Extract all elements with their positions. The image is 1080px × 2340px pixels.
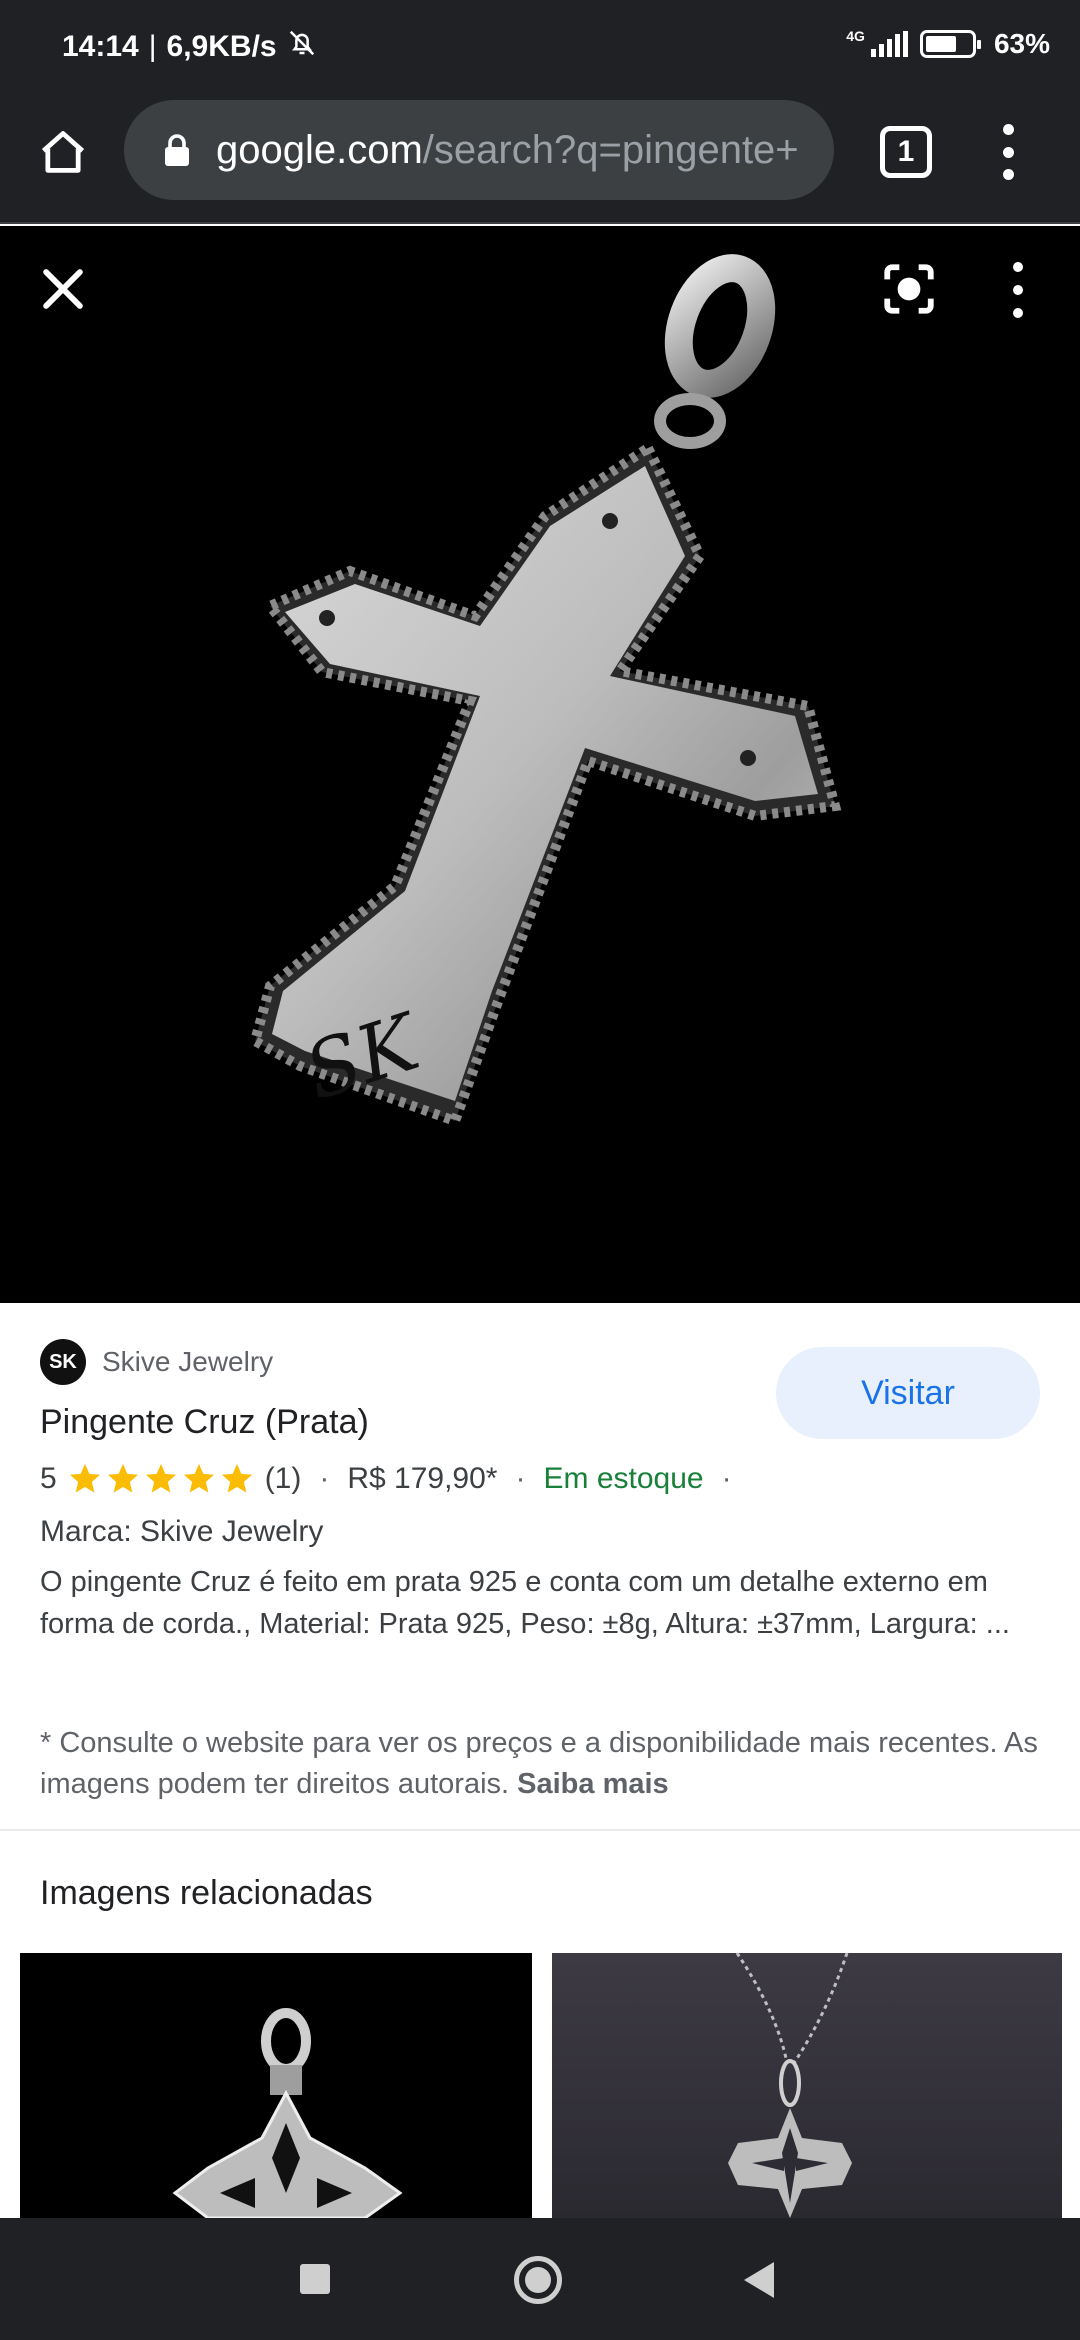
url-path: /search?q=pingente+ bbox=[422, 127, 799, 172]
home-icon bbox=[41, 131, 85, 173]
address-bar[interactable]: google.com/search?q=pingente+ bbox=[124, 100, 834, 200]
rating-value: 5 bbox=[40, 1462, 57, 1495]
availability: Em estoque bbox=[543, 1462, 704, 1495]
learn-more-link[interactable]: Saiba mais bbox=[517, 1768, 669, 1800]
related-image-2 bbox=[728, 1953, 852, 2218]
image-menu-button[interactable] bbox=[1000, 262, 1036, 318]
mute-bell-icon bbox=[287, 28, 317, 66]
brand-label: Marca: Skive Jewelry bbox=[40, 1515, 324, 1548]
battery-level: 63% bbox=[993, 28, 1050, 59]
star-icon bbox=[107, 1464, 138, 1493]
status-bar: 14:14 | 6,9KB/s 4G 63% bbox=[0, 0, 1080, 92]
menu-dot bbox=[1002, 146, 1014, 158]
rating-stars bbox=[67, 1461, 255, 1497]
separator-dot: · bbox=[515, 1462, 526, 1495]
signal-icon bbox=[870, 31, 908, 57]
product-description: O pingente Cruz é feito em prata 925 e c… bbox=[40, 1566, 1010, 1640]
status-separator: | bbox=[148, 30, 157, 63]
source-logo: SK bbox=[40, 1339, 86, 1385]
lens-button[interactable] bbox=[880, 260, 938, 318]
star-icon bbox=[183, 1464, 214, 1493]
back-button[interactable] bbox=[744, 2262, 774, 2298]
star-icon bbox=[221, 1464, 252, 1493]
product-title[interactable]: Pingente Cruz (Prata) bbox=[40, 1403, 369, 1442]
disclaimer: * Consulte o website para ver os preços … bbox=[40, 1723, 1040, 1805]
url-host: google.com bbox=[216, 127, 423, 172]
source-row[interactable]: SK Skive Jewelry bbox=[40, 1339, 273, 1385]
rating-row: 5 (1) · R$ 179,90* · Em estoque · bbox=[40, 1461, 740, 1497]
review-count: (1) bbox=[264, 1462, 302, 1495]
related-image-1 bbox=[172, 2008, 403, 2218]
product-info-panel: SK Skive Jewelry Visitar Pingente Cruz (… bbox=[0, 1303, 1080, 1830]
separator-dot: · bbox=[721, 1462, 732, 1495]
status-speed: 6,9KB/s bbox=[166, 30, 277, 63]
google-lens-icon bbox=[884, 264, 934, 314]
related-image-thumbnail[interactable] bbox=[20, 1953, 532, 2218]
lock-icon bbox=[160, 130, 194, 170]
home-button[interactable] bbox=[32, 122, 94, 184]
tab-switcher-button[interactable]: 1 bbox=[880, 126, 932, 178]
image-viewer: SK bbox=[0, 226, 1080, 1303]
star-icon bbox=[145, 1464, 176, 1493]
menu-dot bbox=[1013, 262, 1023, 272]
close-icon bbox=[43, 269, 83, 309]
source-name: Skive Jewelry bbox=[102, 1346, 274, 1377]
separator-dot: · bbox=[319, 1462, 330, 1495]
network-type: 4G bbox=[846, 28, 865, 44]
related-image-thumbnail[interactable] bbox=[552, 1953, 1062, 2218]
menu-dot bbox=[1013, 285, 1023, 295]
url-text: google.com/search?q=pingente+ bbox=[216, 128, 799, 173]
recent-apps-button[interactable] bbox=[300, 2264, 330, 2294]
close-button[interactable] bbox=[34, 260, 92, 318]
section-divider bbox=[0, 1829, 1080, 1831]
system-home-button[interactable] bbox=[514, 2256, 562, 2304]
system-nav-bar bbox=[0, 2218, 1080, 2340]
menu-dot bbox=[1002, 169, 1014, 180]
cross-pendant-image: SK bbox=[249, 254, 842, 1128]
menu-dot bbox=[1002, 124, 1014, 135]
star-icon bbox=[69, 1464, 100, 1493]
battery-icon bbox=[919, 30, 981, 58]
price: R$ 179,90* bbox=[347, 1462, 498, 1495]
browser-menu-button[interactable] bbox=[988, 120, 1028, 184]
menu-dot bbox=[1013, 308, 1023, 318]
status-right: 4G 63% bbox=[846, 28, 1050, 60]
status-time: 14:14 bbox=[62, 30, 139, 63]
related-images-heading: Imagens relacionadas bbox=[40, 1874, 373, 1912]
visit-button[interactable]: Visitar bbox=[776, 1347, 1040, 1439]
browser-toolbar: google.com/search?q=pingente+ 1 bbox=[0, 92, 1080, 224]
status-left: 14:14 | 6,9KB/s bbox=[62, 28, 317, 66]
